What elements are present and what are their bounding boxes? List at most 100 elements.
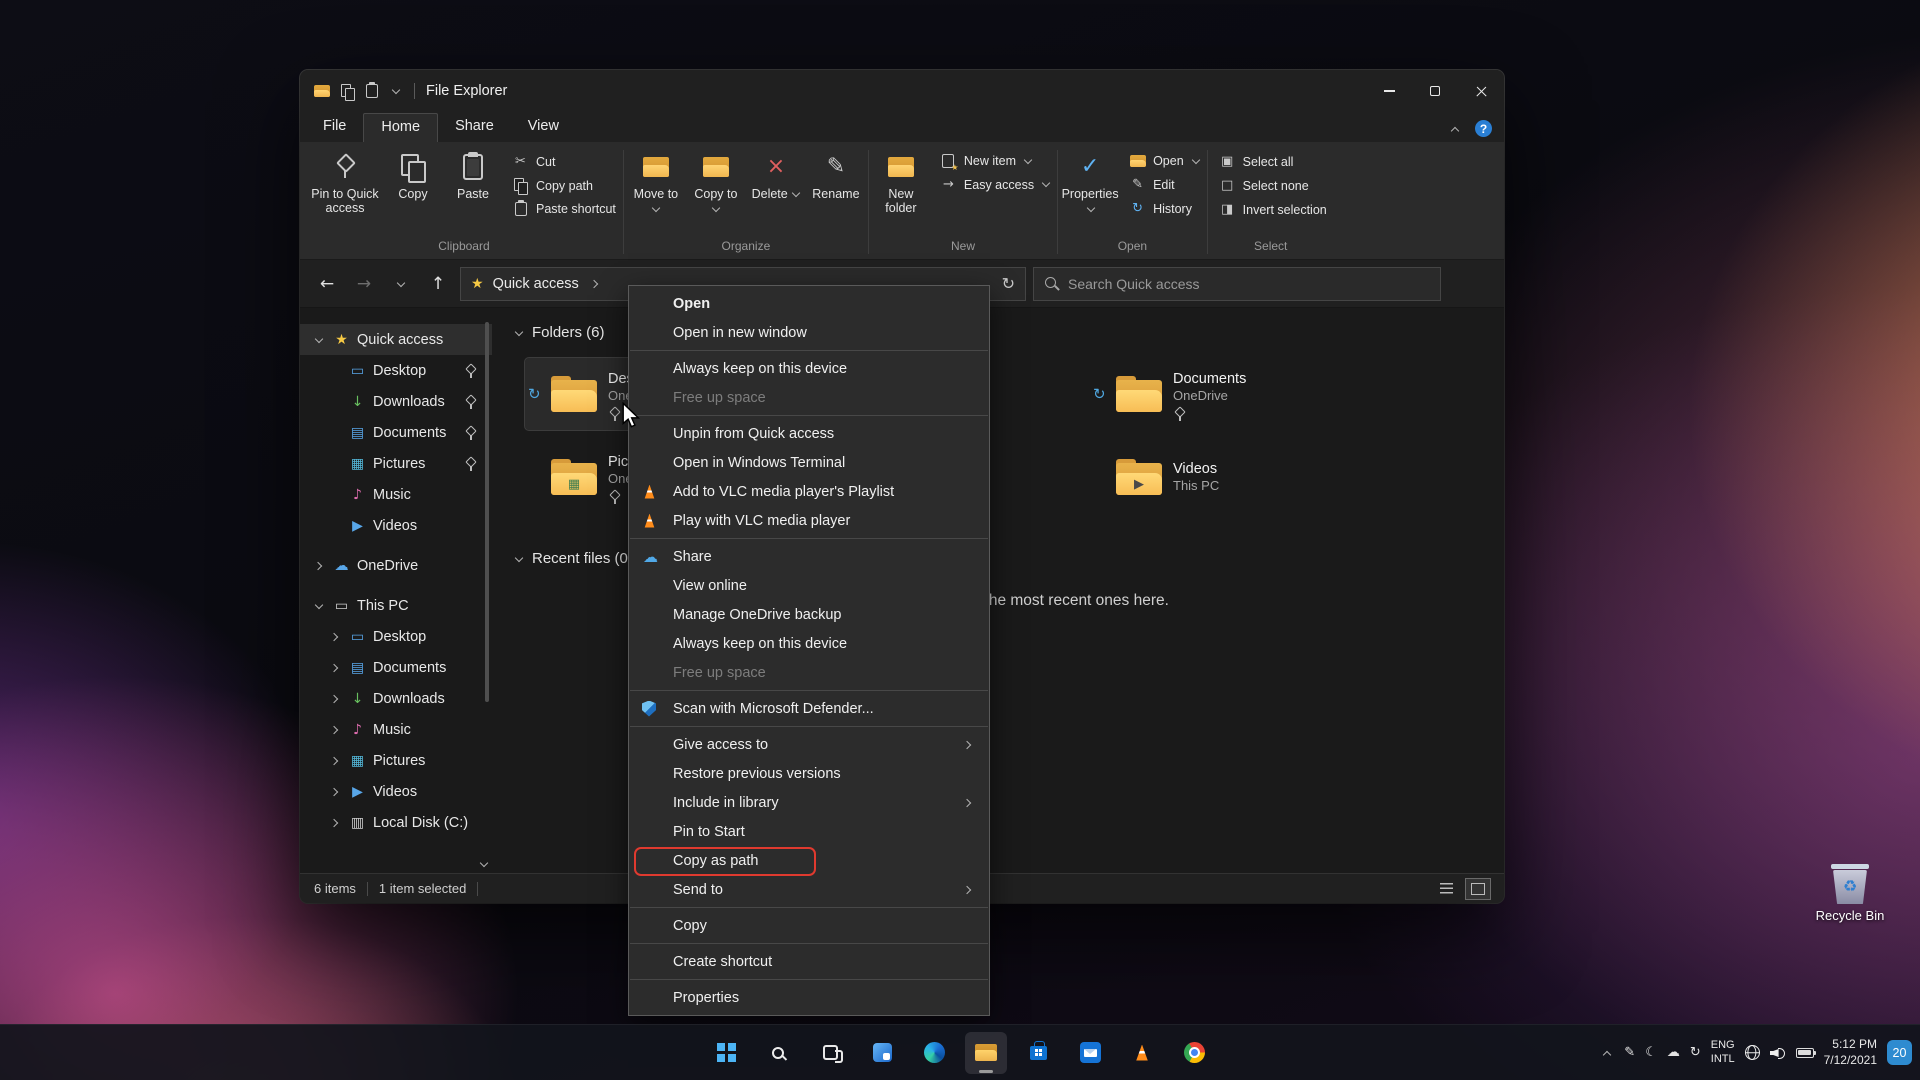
qat-customize-chevron-icon[interactable] — [389, 84, 403, 98]
sidebar-scrollbar[interactable] — [485, 322, 489, 702]
menu-item[interactable]: Add to VLC media player's Playlist — [629, 477, 989, 506]
breadcrumb-chevron-icon[interactable] — [588, 277, 602, 291]
refresh-button[interactable]: ↻ — [1002, 274, 1015, 293]
expand-chevron-icon[interactable] — [328, 661, 342, 675]
task-view-button[interactable] — [809, 1032, 851, 1074]
recent-files-section-header[interactable]: Recent files (0) — [512, 550, 633, 567]
sidebar-item-pc-documents[interactable]: ▤ Documents — [300, 652, 492, 683]
expand-chevron-icon[interactable] — [328, 754, 342, 768]
copy-button[interactable]: Copy — [384, 145, 442, 203]
hidden-icons-chevron-icon[interactable] — [1600, 1046, 1614, 1060]
menu-item[interactable]: Restore previous versions — [629, 759, 989, 788]
menu-item[interactable]: Open in new window — [629, 318, 989, 347]
volume-icon[interactable] — [1770, 1046, 1786, 1059]
clock[interactable]: 5:12 PM 7/12/2021 — [1824, 1037, 1877, 1068]
sidebar-item-pc-downloads[interactable]: ↓ Downloads — [300, 683, 492, 714]
expand-chevron-icon[interactable] — [328, 395, 342, 409]
scroll-down-chevron-icon[interactable] — [477, 857, 491, 871]
sidebar-item-pc-pictures[interactable]: ▦ Pictures — [300, 745, 492, 776]
ribbon-tab[interactable]: File — [306, 113, 363, 142]
properties-button[interactable]: ✓ Properties — [1061, 145, 1119, 218]
folder-tile[interactable]: ▶ Videos This PC — [1090, 441, 1362, 513]
expand-chevron-icon[interactable] — [328, 519, 342, 533]
close-button[interactable] — [1458, 70, 1504, 112]
expand-chevron-icon[interactable] — [328, 785, 342, 799]
sidebar-item-onedrive[interactable]: ☁ OneDrive — [300, 550, 492, 581]
night-light-tray-icon[interactable]: ☾ — [1645, 1045, 1657, 1060]
maximize-button[interactable] — [1412, 70, 1458, 112]
expand-chevron-icon[interactable] — [328, 723, 342, 737]
sidebar-item-local-disk-c[interactable]: ▥ Local Disk (C:) — [300, 807, 492, 838]
sidebar-item-videos[interactable]: ▶ Videos — [300, 510, 492, 541]
easy-access-button[interactable]: → Easy access — [936, 176, 1054, 193]
copy-to-button[interactable]: Copy to — [687, 145, 745, 218]
edit-button[interactable]: ✎ Edit — [1125, 176, 1204, 193]
edge-browser-icon[interactable] — [913, 1032, 955, 1074]
paste-shortcut-button[interactable]: Paste shortcut — [508, 201, 620, 217]
copy-path-button[interactable]: Copy path — [508, 177, 620, 195]
invert-selection-button[interactable]: ◨ Invert selection — [1215, 201, 1331, 218]
forward-button[interactable]: → — [349, 269, 379, 299]
pen-tray-icon[interactable]: ✎ — [1624, 1045, 1635, 1060]
menu-item[interactable]: Open in Windows Terminal — [629, 448, 989, 477]
details-view-button[interactable] — [1434, 879, 1458, 899]
back-button[interactable]: ← — [312, 269, 342, 299]
folder-tile[interactable]: ↻ Documents OneDrive — [1090, 358, 1362, 430]
widgets-button[interactable] — [861, 1032, 903, 1074]
expand-chevron-icon[interactable] — [312, 559, 326, 573]
expand-chevron-icon[interactable] — [312, 599, 326, 613]
menu-item[interactable]: Include in library — [629, 788, 989, 817]
new-folder-button[interactable]: New folder — [872, 145, 930, 218]
ribbon-tab[interactable]: Home — [363, 113, 439, 142]
ribbon-tab[interactable]: View — [511, 113, 576, 142]
network-icon[interactable] — [1744, 1045, 1760, 1060]
large-icons-view-button[interactable] — [1465, 877, 1491, 900]
open-button[interactable]: Open — [1125, 153, 1204, 169]
language-indicator[interactable]: ENG INTL — [1711, 1039, 1735, 1067]
mail-icon[interactable] — [1069, 1032, 1111, 1074]
menu-item[interactable]: Open — [629, 289, 989, 318]
start-button[interactable] — [705, 1032, 747, 1074]
ribbon-tab[interactable]: Share — [438, 113, 511, 142]
recycle-bin[interactable]: ♻ Recycle Bin — [1800, 862, 1900, 923]
sidebar-item-this-pc[interactable]: ▭ This PC — [300, 590, 492, 621]
onedrive-tray-icon[interactable]: ☁ — [1667, 1045, 1680, 1060]
menu-item[interactable]: Unpin from Quick access — [629, 419, 989, 448]
notification-badge[interactable]: 20 — [1887, 1040, 1912, 1065]
select-all-button[interactable]: ▣ Select all — [1215, 153, 1331, 170]
sidebar-item-quick-access[interactable]: ★ Quick access — [300, 324, 492, 355]
menu-item[interactable]: Pin to Start — [629, 817, 989, 846]
expand-chevron-icon[interactable] — [328, 630, 342, 644]
qat-new-folder-icon[interactable] — [366, 84, 378, 98]
history-button[interactable]: ↻ History — [1125, 200, 1204, 217]
breadcrumb[interactable]: Quick access — [493, 276, 579, 292]
menu-item[interactable]: Properties — [629, 983, 989, 1012]
sidebar-item-desktop[interactable]: ▭ Desktop — [300, 355, 492, 386]
up-button[interactable]: ↑ — [423, 269, 453, 299]
sidebar-item-pc-desktop[interactable]: ▭ Desktop — [300, 621, 492, 652]
expand-chevron-icon[interactable] — [328, 488, 342, 502]
title-bar[interactable]: File Explorer — [300, 70, 1504, 112]
vlc-player-icon[interactable] — [1121, 1032, 1163, 1074]
expand-chevron-icon[interactable] — [312, 333, 326, 347]
help-icon[interactable]: ? — [1475, 120, 1492, 137]
minimize-button[interactable] — [1366, 70, 1412, 112]
search-button[interactable] — [757, 1032, 799, 1074]
menu-item[interactable]: Scan with Microsoft Defender... — [629, 694, 989, 723]
menu-item[interactable]: Play with VLC media player — [629, 506, 989, 535]
cut-button[interactable]: ✂ Cut — [508, 153, 620, 170]
recent-locations-button[interactable] — [386, 269, 416, 299]
menu-item[interactable]: Always keep on this device — [629, 354, 989, 383]
select-none-button[interactable]: □ Select none — [1215, 177, 1331, 194]
paste-button[interactable]: Paste — [444, 145, 502, 203]
microsoft-store-icon[interactable] — [1017, 1032, 1059, 1074]
sidebar-item-music[interactable]: ♪ Music — [300, 479, 492, 510]
search-input[interactable] — [1068, 275, 1429, 292]
new-item-button[interactable]: New item — [936, 153, 1054, 172]
sync-tray-icon[interactable]: ↻ — [1690, 1045, 1701, 1060]
sidebar-item-pc-music[interactable]: ♪ Music — [300, 714, 492, 745]
menu-item[interactable]: View online — [629, 571, 989, 600]
menu-item[interactable]: Free up space — [629, 383, 989, 412]
file-explorer-icon[interactable] — [965, 1031, 1007, 1074]
chrome-browser-icon[interactable] — [1173, 1032, 1215, 1074]
